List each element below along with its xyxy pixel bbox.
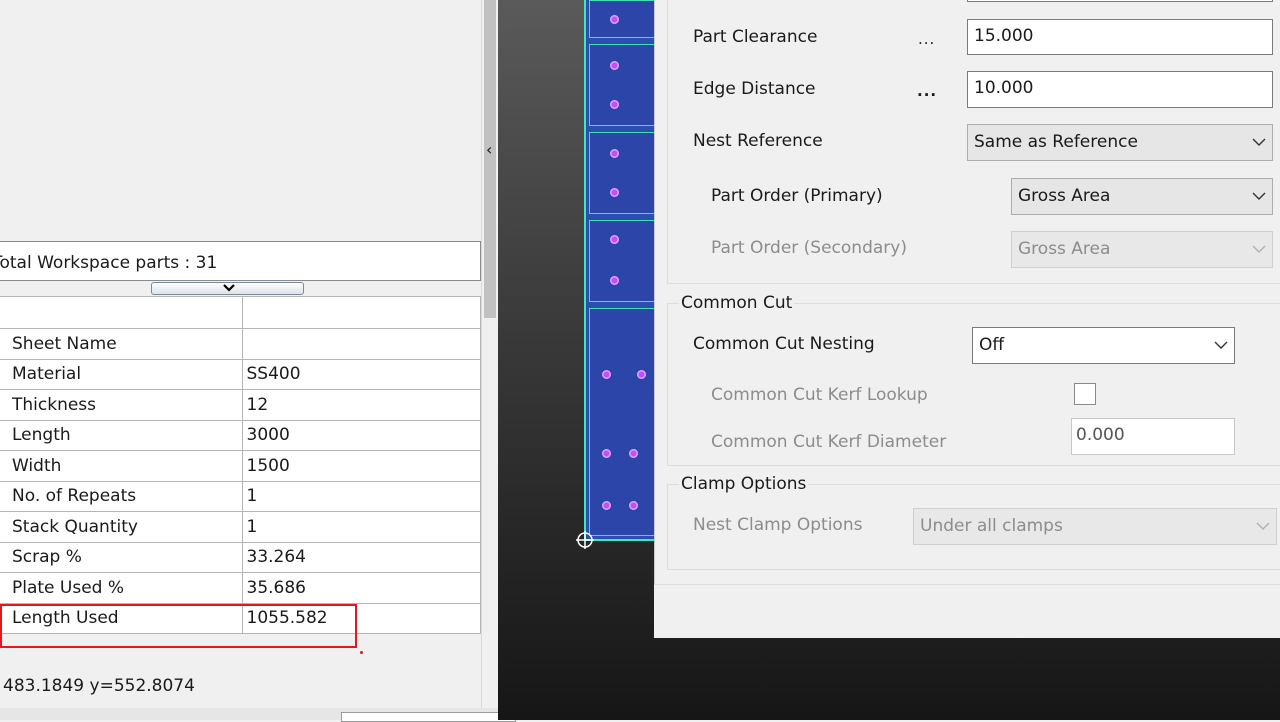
table-row[interactable]: No. of Repeats 1 <box>0 480 481 512</box>
table-row <box>0 296 481 329</box>
property-label: Scrap % <box>0 541 243 573</box>
cursor-coordinates: 483.1849 y=552.8074 <box>3 676 195 696</box>
hole-marker <box>610 188 619 197</box>
property-value[interactable]: 35.686 <box>241 572 481 604</box>
property-value[interactable]: 3000 <box>241 419 481 451</box>
sheet-properties-table: Sheet Name Material SS400 Thickness 12 L… <box>0 296 481 634</box>
edge-distance-more-button[interactable]: ... <box>917 82 937 100</box>
length-used-highlight <box>0 604 357 648</box>
property-value[interactable]: 1 <box>241 480 481 512</box>
part-order-primary-label: Part Order (Primary) <box>711 186 883 206</box>
table-row[interactable]: Stack Quantity 1 <box>0 511 481 543</box>
property-label <box>0 296 243 329</box>
common-cut-nesting-value: Off <box>979 335 1005 355</box>
nest-clamp-options-label: Nest Clamp Options <box>693 515 863 535</box>
hole-marker <box>602 370 611 379</box>
total-workspace-parts-text: Total Workspace parts : 31 <box>0 253 218 273</box>
chevron-down-icon <box>1252 192 1266 200</box>
common-cut-group-title: Common Cut <box>679 293 795 313</box>
kerf-lookup-label: Common Cut Kerf Lookup <box>711 385 928 405</box>
nested-part[interactable] <box>589 308 660 536</box>
dialog-footer <box>654 584 1280 638</box>
nested-part[interactable] <box>589 220 660 302</box>
nest-clamp-options-select: Under all clamps <box>913 508 1277 545</box>
common-cut-nesting-select[interactable]: Off <box>972 327 1235 364</box>
chevron-down-icon <box>1214 341 1228 349</box>
collapse-left-icon[interactable]: ‹ <box>486 142 492 158</box>
property-label: Width <box>0 450 243 482</box>
property-label: Length <box>0 419 243 451</box>
bottom-tab[interactable] <box>341 712 516 722</box>
nest-reference-select[interactable]: Same as Reference <box>967 124 1273 161</box>
table-row[interactable]: Sheet Name <box>0 328 481 360</box>
hole-marker <box>629 449 638 458</box>
chevron-down-icon <box>1256 522 1270 530</box>
part-clearance-more-button[interactable]: ... <box>918 30 935 48</box>
part-order-secondary-value: Gross Area <box>1018 239 1111 259</box>
hole-marker <box>637 370 646 379</box>
table-row[interactable]: Material SS400 <box>0 358 481 390</box>
nest-clamp-options-value: Under all clamps <box>920 516 1063 536</box>
hole-marker <box>610 149 619 158</box>
part-clearance-label: Part Clearance <box>693 27 818 47</box>
hole-marker <box>610 100 619 109</box>
hole-marker <box>602 449 611 458</box>
table-row[interactable]: Width 1500 <box>0 450 481 482</box>
nested-sheet[interactable] <box>584 0 664 541</box>
kerf-diameter-input[interactable]: 0.000 <box>1071 418 1235 455</box>
panel-expander-handle[interactable] <box>151 282 304 295</box>
nested-part[interactable] <box>589 132 660 214</box>
property-label: Stack Quantity <box>0 511 243 543</box>
property-value[interactable]: 33.264 <box>241 541 481 573</box>
part-clearance-input[interactable]: 15.000 <box>967 19 1273 55</box>
clipped-input-field[interactable] <box>967 0 1273 2</box>
property-value[interactable]: 1 <box>241 511 481 543</box>
part-order-primary-select[interactable]: Gross Area <box>1011 178 1273 215</box>
hole-marker <box>610 15 619 24</box>
property-label: Plate Used % <box>0 572 243 604</box>
chevron-down-icon <box>1252 138 1266 146</box>
part-order-primary-value: Gross Area <box>1018 186 1111 206</box>
part-order-secondary-select: Gross Area <box>1011 231 1273 268</box>
scrollbar-thumb[interactable] <box>484 0 496 318</box>
table-row[interactable]: Thickness 12 <box>0 389 481 421</box>
property-label: No. of Repeats <box>0 480 243 512</box>
edge-distance-label: Edge Distance <box>693 79 816 99</box>
hole-marker <box>610 61 619 70</box>
property-label: Thickness <box>0 389 243 421</box>
clamp-options-group-title: Clamp Options <box>679 474 809 494</box>
nest-reference-label: Nest Reference <box>693 131 823 151</box>
nested-part[interactable] <box>589 44 660 126</box>
origin-crosshair-icon <box>576 531 594 549</box>
annotation-dot <box>360 651 363 654</box>
hole-marker <box>610 235 619 244</box>
nested-part[interactable] <box>589 0 660 38</box>
hole-marker <box>610 276 619 285</box>
chevron-down-icon <box>223 284 235 292</box>
property-value[interactable]: 12 <box>241 389 481 421</box>
edge-distance-input[interactable]: 10.000 <box>967 71 1273 108</box>
hole-marker <box>629 501 638 510</box>
part-order-secondary-label: Part Order (Secondary) <box>711 238 907 258</box>
property-value <box>241 296 481 329</box>
hole-marker <box>602 501 611 510</box>
common-cut-nesting-label: Common Cut Nesting <box>693 334 875 354</box>
table-row[interactable]: Scrap % 33.264 <box>0 541 481 573</box>
table-row[interactable]: Plate Used % 35.686 <box>0 572 481 604</box>
property-value[interactable]: SS400 <box>241 358 481 390</box>
property-value[interactable] <box>241 328 481 360</box>
kerf-diameter-label: Common Cut Kerf Diameter <box>711 432 947 452</box>
table-row[interactable]: Length 3000 <box>0 419 481 451</box>
nest-reference-value: Same as Reference <box>974 132 1138 152</box>
property-label: Material <box>0 358 243 390</box>
property-value[interactable]: 1500 <box>241 450 481 482</box>
chevron-down-icon <box>1252 245 1266 253</box>
property-label: Sheet Name <box>0 328 243 360</box>
total-workspace-parts-bar: Total Workspace parts : 31 <box>0 241 481 281</box>
kerf-lookup-checkbox[interactable] <box>1074 383 1096 405</box>
